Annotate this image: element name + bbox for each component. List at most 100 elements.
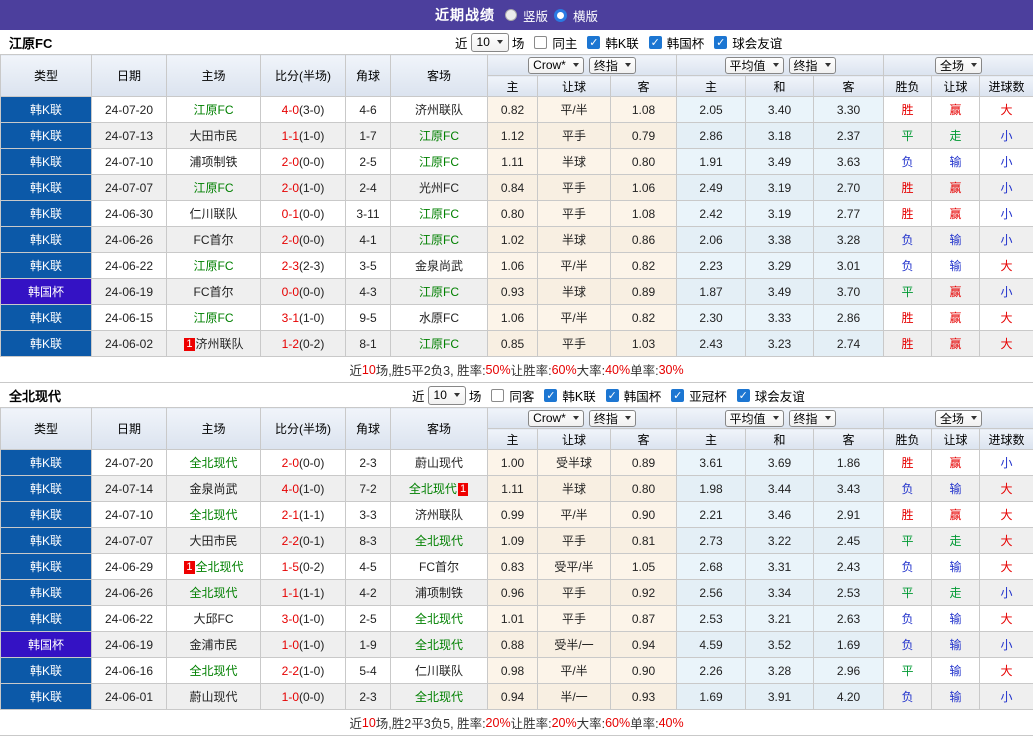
cell-score: 2-0(1-0) [261, 175, 346, 201]
full-time-score: 2-1 [282, 508, 299, 522]
match-row: 韩国杯24-06-19金浦市民1-0(1-0)1-9全北现代0.88受半/一0.… [1, 632, 1033, 658]
team-link: 江原FC [194, 311, 234, 325]
cell-score: 4-0(3-0) [261, 97, 346, 123]
cell-odds-handicap: 受半球 [538, 450, 611, 476]
sub-col-header: 进球数 [980, 76, 1033, 97]
cell-score: 1-0(1-0) [261, 632, 346, 658]
full-time-score: 0-0 [282, 285, 299, 299]
team-link: 大田市民 [189, 534, 237, 548]
chevron-down-icon [454, 393, 460, 397]
team-link: 全北现代 [415, 638, 463, 652]
league-filter-checkbox[interactable]: ✓ [649, 36, 662, 49]
cell-odds-home: 0.93 [488, 279, 538, 305]
cell-odds-handicap: 受半/一 [538, 632, 611, 658]
sub-col-header: 和 [746, 429, 814, 450]
cell-score: 1-0(0-0) [261, 684, 346, 710]
match-row: 韩K联24-06-26全北现代1-1(1-1)4-2浦项制铁0.96平手0.92… [1, 580, 1033, 606]
cell-result-outcome: 平 [884, 580, 932, 606]
cell-avg-home: 1.69 [677, 684, 746, 710]
cell-avg-draw: 3.91 [746, 684, 814, 710]
cell-odds-away: 0.82 [611, 305, 677, 331]
team-link: 蔚山现代 [189, 690, 237, 704]
cell-result-handicap: 输 [932, 632, 980, 658]
cell-odds-away: 0.89 [611, 450, 677, 476]
league-filter-checkbox[interactable]: ✓ [714, 36, 727, 49]
cell-corners: 2-3 [346, 450, 391, 476]
team-link: 蔚山现代 [415, 456, 463, 470]
cell-result-outcome: 负 [884, 606, 932, 632]
cell-result-goals: 小 [980, 632, 1033, 658]
avg-source-select[interactable]: 平均值 [725, 410, 784, 427]
col-header: 日期 [92, 55, 167, 97]
cell-avg-draw: 3.19 [746, 201, 814, 227]
cell-result-handicap: 赢 [932, 201, 980, 227]
league-filter-checkbox[interactable]: ✓ [544, 389, 557, 402]
half-time-score: (0-0) [299, 456, 324, 470]
scope-select[interactable]: 全场 [935, 57, 982, 74]
cell-home-team: 大田市民 [167, 123, 261, 149]
cell-result-outcome: 胜 [884, 201, 932, 227]
league-filter-checkbox[interactable]: ✓ [587, 36, 600, 49]
cell-avg-draw: 3.40 [746, 97, 814, 123]
cell-result-handicap: 赢 [932, 175, 980, 201]
cell-odds-away: 0.86 [611, 227, 677, 253]
avg-final-select[interactable]: 终指 [789, 57, 836, 74]
cell-result-handicap: 赢 [932, 97, 980, 123]
cell-result-goals: 大 [980, 554, 1033, 580]
league-filter-checkbox[interactable]: ✓ [606, 389, 619, 402]
same-venue-checkbox[interactable] [534, 36, 547, 49]
cell-away-team: 济州联队 [391, 97, 488, 123]
scope-select[interactable]: 全场 [935, 410, 982, 427]
team-link: 金泉尚武 [189, 482, 237, 496]
cell-odds-handicap: 半球 [538, 227, 611, 253]
odds-final-select[interactable]: 终指 [589, 57, 636, 74]
cell-result-outcome: 胜 [884, 450, 932, 476]
cell-competition-type: 韩K联 [1, 305, 92, 331]
summary-segment: 40% [659, 716, 684, 730]
avg-source-select[interactable]: 平均值 [725, 57, 784, 74]
half-time-score: (3-0) [299, 103, 324, 117]
cell-score: 2-0(0-0) [261, 227, 346, 253]
cell-result-outcome: 负 [884, 227, 932, 253]
same-venue-checkbox[interactable] [491, 389, 504, 402]
cell-odds-away: 1.08 [611, 201, 677, 227]
summary-segment: 让胜率: [511, 360, 552, 379]
cell-competition-type: 韩K联 [1, 97, 92, 123]
cell-odds-away: 0.87 [611, 606, 677, 632]
cell-result-outcome: 胜 [884, 305, 932, 331]
cell-avg-draw: 3.44 [746, 476, 814, 502]
cell-avg-draw: 3.49 [746, 279, 814, 305]
full-time-score: 2-0 [282, 233, 299, 247]
league-filter-checkbox[interactable]: ✓ [671, 389, 684, 402]
league-filter-checkbox[interactable]: ✓ [737, 389, 750, 402]
odds-source-select[interactable]: Crow* [528, 57, 584, 74]
cell-avg-away: 1.86 [814, 450, 884, 476]
cell-result-outcome: 平 [884, 528, 932, 554]
cell-home-team: 1济州联队 [167, 331, 261, 357]
team-link: 全北现代 [189, 586, 237, 600]
recent-count-select[interactable]: 10 [428, 386, 466, 405]
radio-vertical[interactable] [505, 9, 517, 21]
team-link: 济州联队 [196, 337, 244, 351]
radio-vertical-label[interactable]: 竖版 [523, 6, 548, 25]
cell-odds-away: 0.92 [611, 580, 677, 606]
summary-row: 近10场,胜2平3负5, 胜率:20% 让胜率:20% 大率:60% 单率:40… [0, 710, 1033, 736]
cell-avg-home: 2.21 [677, 502, 746, 528]
radio-horizontal[interactable] [554, 9, 567, 22]
cell-avg-home: 2.06 [677, 227, 746, 253]
cell-away-team: 江原FC [391, 123, 488, 149]
odds-final-select[interactable]: 终指 [589, 410, 636, 427]
recent-count-select[interactable]: 10 [471, 33, 509, 52]
radio-horizontal-label[interactable]: 横版 [573, 6, 598, 25]
avg-final-select[interactable]: 终指 [789, 410, 836, 427]
col-header: 日期 [92, 408, 167, 450]
cell-result-outcome: 胜 [884, 331, 932, 357]
cell-result-handicap: 赢 [932, 450, 980, 476]
cell-corners: 2-5 [346, 149, 391, 175]
odds-source-select[interactable]: Crow* [528, 410, 584, 427]
header-select-group: Crow* 终指 [488, 55, 677, 76]
team-link: 江原FC [419, 129, 459, 143]
match-row: 韩K联24-07-14金泉尚武4-0(1-0)7-2全北现代11.11半球0.8… [1, 476, 1033, 502]
full-time-score: 2-0 [282, 155, 299, 169]
summary-segment: 40% [605, 363, 630, 377]
